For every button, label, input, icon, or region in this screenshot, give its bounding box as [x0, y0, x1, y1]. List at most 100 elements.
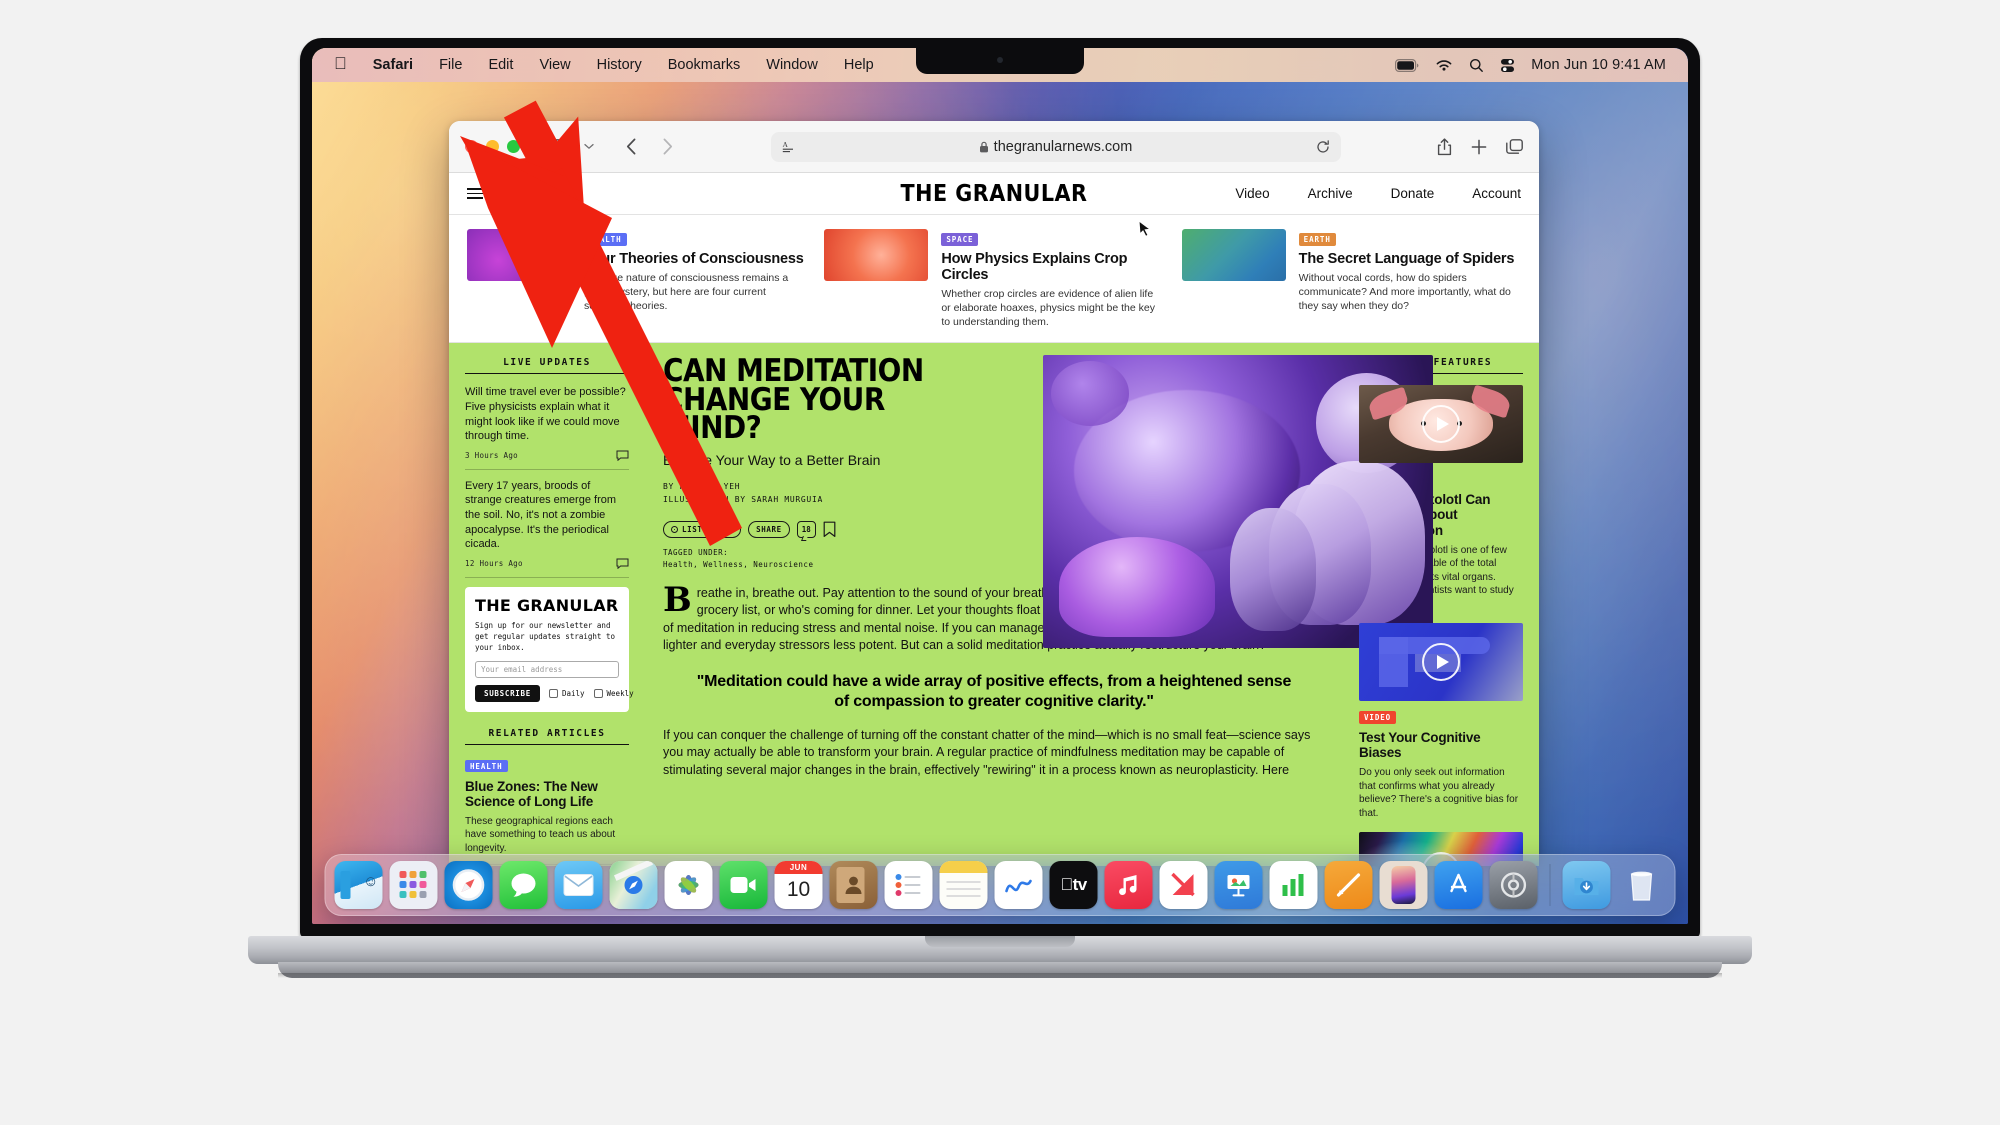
apple-logo-icon[interactable]: : [330, 55, 360, 75]
menu-item-view[interactable]: View: [526, 55, 583, 75]
dock-item-news[interactable]: [1159, 861, 1208, 909]
card-title[interactable]: The Secret Language of Spiders: [1299, 251, 1521, 267]
card-thumbnail-consciousness: [467, 229, 571, 281]
menu-item-edit[interactable]: Edit: [475, 55, 526, 75]
forward-arrow-icon[interactable]: [654, 135, 680, 159]
close-button[interactable]: [465, 140, 478, 153]
menu-item-file[interactable]: File: [426, 55, 475, 75]
video-thumbnail-cognitive-biases[interactable]: [1359, 623, 1523, 702]
chevron-down-icon[interactable]: [576, 135, 602, 159]
dock-item-finder[interactable]: ☺: [334, 861, 383, 909]
menu-item-window[interactable]: Window: [753, 55, 831, 75]
checkbox-label-weekly: Weekly: [606, 688, 634, 698]
back-arrow-icon[interactable]: [618, 135, 644, 159]
comment-bubble-icon[interactable]: [616, 450, 629, 461]
laptop-base-notch: [925, 936, 1075, 947]
newsletter-brand: THE GRANULAR: [475, 595, 619, 615]
menu-bar-clock[interactable]: Mon Jun 10 9:41 AM: [1531, 57, 1666, 73]
dock-item-trash[interactable]: [1618, 861, 1666, 909]
play-button-icon[interactable]: [1422, 405, 1460, 444]
nav-link-video[interactable]: Video: [1235, 186, 1269, 201]
play-button-icon[interactable]: [1422, 643, 1460, 682]
newsletter-subscribe-button[interactable]: SUBSCRIBE: [475, 684, 540, 702]
dock: ☺ JUN 10 tv: [324, 854, 1676, 916]
comment-count: 18: [801, 525, 811, 535]
dock-item-iphone-mirroring[interactable]: [1379, 861, 1428, 909]
card-title[interactable]: How Physics Explains Crop Circles: [941, 251, 1163, 283]
newsletter-weekly-checkbox[interactable]: Weekly: [593, 688, 634, 698]
related-article-item[interactable]: HEALTH Blue Zones: The New Science of Lo…: [465, 756, 629, 866]
related-title[interactable]: Blue Zones: The New Science of Long Life: [465, 779, 629, 809]
site-navigation: Search THE GRANULAR Video Archive Donate…: [449, 173, 1539, 215]
menu-item-history[interactable]: History: [584, 55, 655, 75]
dock-item-calendar[interactable]: JUN 10: [774, 861, 823, 909]
newsletter-email-input[interactable]: Your email address: [475, 660, 619, 678]
reload-icon[interactable]: [1316, 139, 1330, 154]
dock-item-pages[interactable]: [1324, 861, 1373, 909]
dock-item-appletv[interactable]: tv: [1049, 861, 1098, 909]
share-button[interactable]: SHARE: [748, 521, 790, 539]
live-update-item[interactable]: Every 17 years, broods of strange creatu…: [465, 479, 629, 578]
comment-count-button[interactable]: 18: [796, 521, 816, 539]
video-thumbnail-axolotl[interactable]: [1359, 385, 1523, 464]
menu-item-help[interactable]: Help: [831, 55, 887, 75]
dock-item-app-store[interactable]: [1434, 861, 1483, 909]
comment-bubble-icon[interactable]: [616, 558, 629, 569]
hamburger-menu-icon[interactable]: [467, 188, 483, 199]
search-icon[interactable]: [1469, 58, 1484, 73]
dock-item-freeform[interactable]: [994, 861, 1043, 909]
reader-view-icon[interactable]: A: [782, 140, 795, 154]
nav-link-donate[interactable]: Donate: [1391, 186, 1435, 201]
dock-item-keynote[interactable]: [1214, 861, 1263, 909]
dock-item-facetime[interactable]: [719, 861, 768, 909]
dock-item-contacts[interactable]: [829, 861, 878, 909]
dock-item-safari[interactable]: [444, 861, 493, 909]
minimize-button[interactable]: [486, 140, 499, 153]
video-excerpt: Do you only seek out information that co…: [1359, 767, 1519, 819]
nav-link-archive[interactable]: Archive: [1308, 186, 1353, 201]
plus-icon[interactable]: [1471, 139, 1487, 155]
dock-item-mail[interactable]: [554, 861, 603, 909]
dock-item-reminders[interactable]: [884, 861, 933, 909]
newsletter-daily-checkbox[interactable]: Daily: [548, 688, 585, 698]
top-story-card[interactable]: SPACE How Physics Explains Crop Circles …: [824, 229, 1181, 330]
listen-button[interactable]: LISTEN 46M: [663, 521, 742, 539]
article-main-column: Can Meditation Change Your Mind? Breathe…: [645, 343, 1433, 866]
site-brand-logo[interactable]: THE GRANULAR: [901, 181, 1088, 207]
dock-item-notes[interactable]: [939, 861, 988, 909]
dock-item-photos[interactable]: [664, 861, 713, 909]
top-story-card[interactable]: EARTH The Secret Language of Spiders Wit…: [1181, 229, 1521, 330]
tab-overview-icon[interactable]: [1506, 138, 1523, 155]
wifi-icon[interactable]: [1435, 59, 1453, 72]
card-excerpt: Whether crop circles are evidence of ali…: [941, 288, 1155, 329]
menu-item-bookmarks[interactable]: Bookmarks: [655, 55, 754, 75]
live-update-text: Will time travel ever be possible? Five …: [465, 386, 626, 443]
card-thumbnail-spiders: [1181, 229, 1286, 281]
dock-item-launchpad[interactable]: [389, 861, 438, 909]
dock-item-messages[interactable]: [499, 861, 548, 909]
control-center-icon[interactable]: [1500, 58, 1515, 73]
video-title[interactable]: Test Your Cognitive Biases: [1359, 730, 1523, 760]
sidebar-toggle-icon[interactable]: [540, 135, 566, 159]
desktop-page:  Safari File Edit View History Bookmark…: [0, 0, 2000, 1125]
menu-item-safari[interactable]: Safari: [360, 55, 426, 75]
live-update-item[interactable]: Will time travel ever be possible? Five …: [465, 385, 629, 470]
nav-link-account[interactable]: Account: [1472, 186, 1521, 201]
top-story-card[interactable]: HEALTH Four Theories of Consciousness Th…: [467, 229, 824, 330]
webcam-icon: [997, 57, 1003, 63]
battery-icon[interactable]: [1395, 58, 1419, 72]
dock-item-maps[interactable]: [609, 861, 658, 909]
dock-item-music[interactable]: [1104, 861, 1153, 909]
dock-item-numbers[interactable]: [1269, 861, 1318, 909]
bookmark-icon[interactable]: [823, 521, 836, 538]
dock-item-downloads[interactable]: [1562, 861, 1611, 909]
dock-item-system-settings[interactable]: [1489, 861, 1538, 909]
card-title[interactable]: Four Theories of Consciousness: [584, 251, 806, 267]
left-sidebar: LIVE UPDATES Will time travel ever be po…: [449, 343, 645, 866]
address-bar[interactable]: A thegranularnews.com: [770, 131, 1341, 162]
video-card[interactable]: VIDEO Test Your Cognitive Biases Do you …: [1359, 623, 1523, 820]
zoom-button[interactable]: [507, 140, 520, 153]
display-notch: [916, 48, 1084, 74]
site-search-label[interactable]: Search: [495, 186, 536, 201]
share-icon[interactable]: [1437, 137, 1452, 156]
